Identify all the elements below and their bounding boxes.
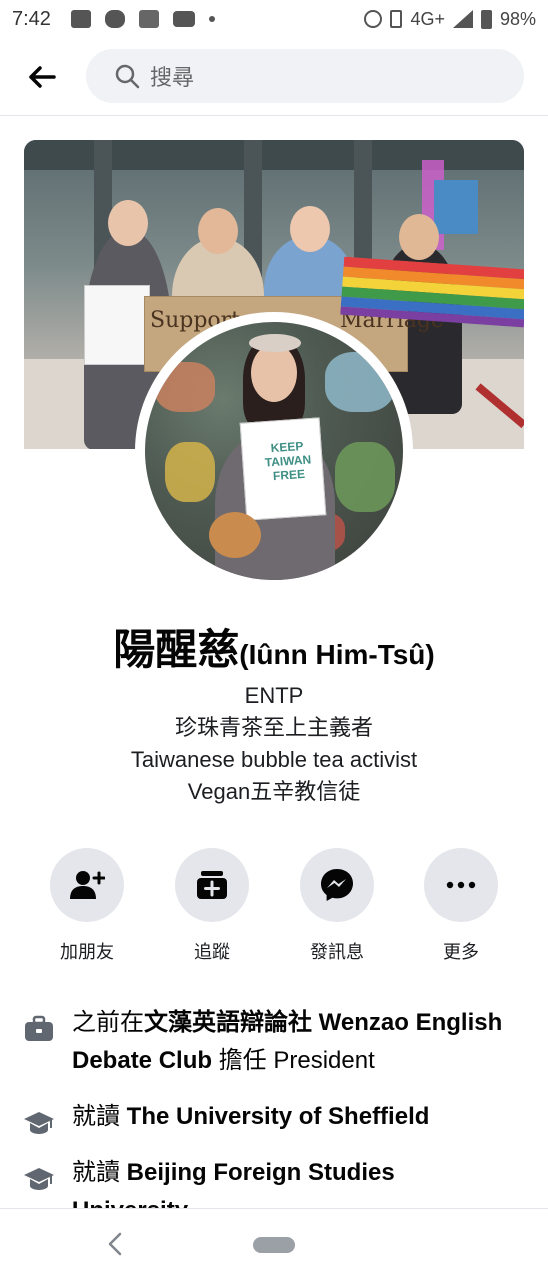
signal-icon [452, 10, 473, 28]
battery-label: 98% [499, 8, 536, 29]
avatar-bg-shape [335, 442, 395, 512]
intro-education-1-prefix: 就讀 [72, 1103, 127, 1130]
network-label: 4G+ [410, 8, 445, 29]
more-circle [424, 848, 498, 922]
system-nav-bar [0, 1208, 548, 1280]
intro-work-text: 之前在文藻英語辯論社 Wenzao English Debate Club 擔任… [72, 1004, 548, 1080]
bio-line: Taiwanese bubble tea activist [130, 747, 418, 772]
follow-button[interactable]: 追蹤 [162, 848, 262, 964]
status-time: 7:42 [12, 7, 51, 30]
bio-line: ENTP [244, 683, 304, 708]
avatar-bg-shape [325, 352, 395, 412]
intro-education-1[interactable]: 就讀 The University of Sheffield [0, 1098, 548, 1136]
cover-taiwan-map [84, 285, 150, 365]
cover-blue-sign [434, 180, 478, 234]
profile-name-main: 陽醒慈 [113, 626, 240, 673]
more-button[interactable]: 更多 [411, 848, 511, 964]
intro-work-prefix: 之前在 [72, 1009, 144, 1036]
search-placeholder: 搜尋 [150, 65, 195, 90]
message-button[interactable]: 發訊息 [287, 848, 387, 964]
message-label: 發訊息 [310, 942, 364, 962]
avatar[interactable]: KEEP TAIWAN FREE [145, 322, 403, 580]
bio-line: 珍珠青茶至上主義者 [174, 715, 373, 740]
avatar-face [251, 344, 297, 402]
avatar-sign-text: KEEP TAIWAN FREE [264, 438, 312, 484]
avatar-bg-shape [165, 442, 215, 502]
youtube-notification-icon [172, 11, 195, 27]
bio-line: Vegan五辛教信徒 [187, 779, 361, 804]
battery-icon [480, 9, 492, 29]
intro-education-1-text: 就讀 The University of Sheffield [72, 1098, 469, 1136]
graduation-cap-icon [22, 1162, 56, 1196]
search-icon [115, 64, 140, 89]
avatar-beret [249, 334, 301, 352]
search-input[interactable]: 搜尋 [86, 49, 524, 103]
intro-work-suffix: 擔任 President [212, 1047, 375, 1074]
back-button[interactable] [10, 45, 74, 109]
briefcase-icon [22, 1012, 56, 1046]
status-right: 4G+ 98% [364, 9, 536, 30]
messenger-icon [321, 869, 353, 901]
profile-bio: ENTP 珍珠青茶至上主義者 Taiwanese bubble tea acti… [0, 680, 548, 808]
chevron-left-icon [108, 1232, 122, 1256]
follow-icon [197, 871, 227, 899]
nav-home-pill[interactable] [253, 1237, 295, 1253]
add-friend-label: 加朋友 [60, 942, 114, 962]
nav-back-button[interactable] [100, 1229, 130, 1259]
intro-education-2-prefix: 就讀 [72, 1159, 127, 1186]
status-bar: 7:42 4G+ 98% [0, 0, 548, 38]
message-circle [300, 848, 374, 922]
qr-notification-icon [138, 10, 159, 28]
profile-name: 陽醒慈(Iûnn Him-Tsû) [0, 616, 548, 677]
avatar-bg-shape [155, 362, 215, 412]
back-arrow-icon [29, 65, 56, 88]
alarm-icon [364, 10, 383, 28]
more-notifications-icon [208, 16, 215, 22]
follow-circle [175, 848, 249, 922]
graduation-cap-icon [22, 1106, 56, 1140]
add-friend-circle [50, 848, 124, 922]
vibrate-icon [390, 10, 403, 28]
add-friend-button[interactable]: 加朋友 [37, 848, 137, 964]
photo-notification-icon [70, 10, 91, 28]
status-left: 7:42 [12, 8, 215, 31]
more-icon [446, 881, 476, 889]
add-friend-icon [70, 871, 105, 899]
follow-label: 追蹤 [194, 942, 230, 962]
avatar-bag [209, 512, 261, 558]
profile-actions: 加朋友 追蹤 發訊息 更多 [0, 848, 548, 968]
intro-work[interactable]: 之前在文藻英語辯論社 Wenzao English Debate Club 擔任… [0, 1004, 548, 1080]
profile-name-romanized: (Iûnn Him-Tsû) [239, 639, 435, 670]
intro-education-1-school[interactable]: The University of Sheffield [127, 1103, 430, 1130]
search-header: 搜尋 [0, 38, 548, 116]
game-notification-icon [104, 10, 125, 28]
more-label: 更多 [443, 942, 479, 962]
